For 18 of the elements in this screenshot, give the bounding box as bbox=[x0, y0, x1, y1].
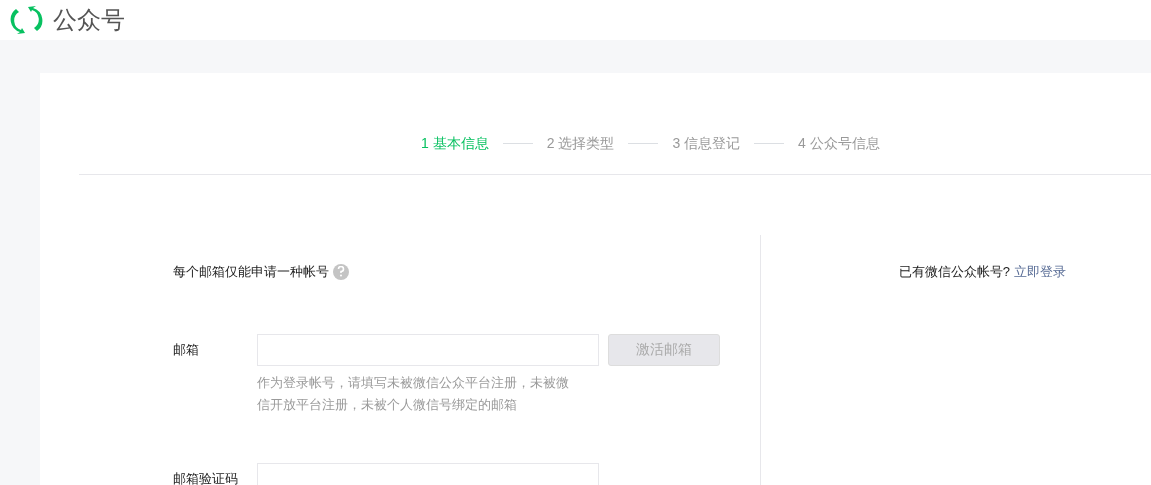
step-label: 2 选择类型 bbox=[546, 134, 615, 153]
text-field[interactable] bbox=[257, 333, 599, 366]
field-hint: 作为登录帐号，请填写未被微信公众平台注册，未被微信开放平台注册，未被个人微信号绑定的邮箱 bbox=[257, 373, 570, 414]
step-connector bbox=[628, 143, 659, 144]
login-prompt: 已有微信公众帐号? bbox=[898, 263, 1010, 281]
field-label: 邮箱 bbox=[173, 340, 200, 359]
help-icon[interactable] bbox=[333, 263, 349, 280]
step-label: 1 基本信息 bbox=[421, 134, 489, 153]
login-link[interactable]: 立即登录 bbox=[1014, 262, 1066, 485]
notice-text: 每个邮箱仅能申请一种帐号 bbox=[173, 263, 329, 281]
step-connector bbox=[754, 143, 785, 144]
field-label: 邮箱验证码 bbox=[173, 469, 239, 485]
site-title: 公众号 bbox=[53, 8, 125, 32]
step-label: 3 信息登记 bbox=[672, 134, 741, 153]
step-connector bbox=[502, 143, 533, 144]
logo-icon bbox=[10, 5, 43, 35]
text-field[interactable] bbox=[257, 462, 599, 485]
step-label: 4 公众号信息 bbox=[798, 134, 880, 153]
